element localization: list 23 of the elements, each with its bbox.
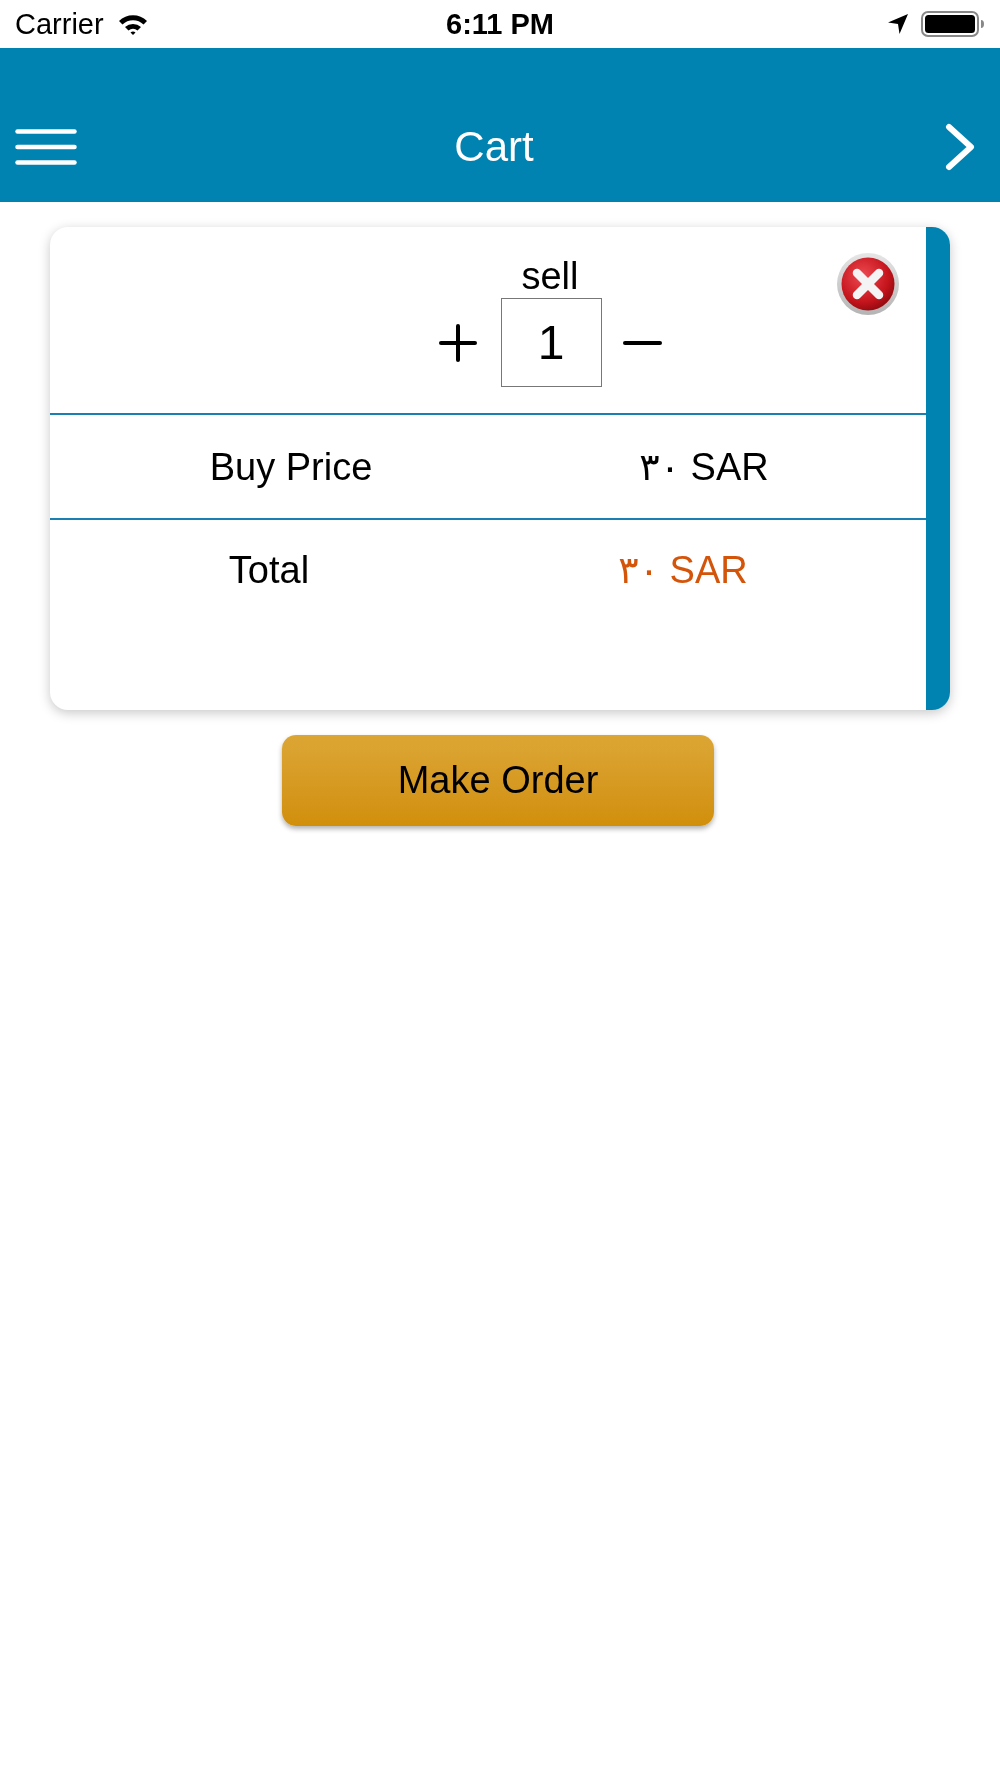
carrier-name: Carrier — [15, 9, 104, 39]
increase-button[interactable] — [438, 323, 477, 362]
wifi-signal-icon — [117, 13, 148, 35]
location-arrow-icon — [887, 13, 909, 35]
forward-button[interactable] — [945, 123, 975, 171]
menu-icon — [15, 129, 77, 165]
row-label: Buy Price — [208, 444, 374, 489]
chevron-right-icon — [945, 123, 975, 171]
decrease-button[interactable] — [622, 339, 662, 346]
row-value: ٣٠ SAR — [638, 444, 770, 489]
quantity-field[interactable]: 1 — [500, 298, 602, 387]
plus-icon — [438, 323, 477, 362]
page-title: Cart — [454, 126, 534, 168]
remove-item-button[interactable] — [836, 252, 900, 316]
minus-icon — [622, 339, 662, 346]
battery-icon — [921, 11, 985, 37]
status-time: 6:11 PM — [446, 9, 554, 39]
quantity-label: sell — [521, 254, 579, 298]
close-icon — [836, 252, 900, 316]
make-order-button[interactable]: Make Order — [282, 735, 714, 826]
row-value: ٣٠ SAR — [617, 548, 749, 592]
menu-button[interactable] — [15, 129, 77, 165]
row-label: Total — [227, 548, 311, 592]
